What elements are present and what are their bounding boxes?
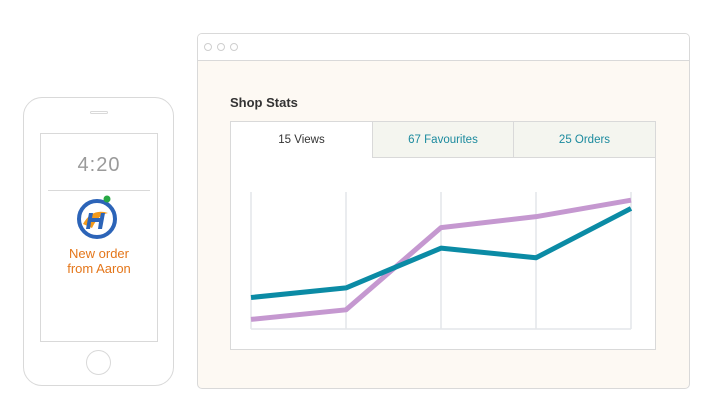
stats-panel: 15 Views 67 Favourites 25 Orders — [230, 121, 656, 350]
window-titlebar — [198, 34, 689, 61]
phone-screen: 4:20 New order from Aaron — [40, 133, 158, 342]
order-notification[interactable]: New order from Aaron — [41, 246, 157, 276]
phone-speaker — [90, 111, 108, 114]
window-minimize-dot[interactable] — [217, 43, 225, 51]
app-logo-icon — [77, 195, 117, 239]
lockscreen-divider — [48, 190, 150, 191]
notification-line-1: New order — [69, 246, 129, 261]
phone-home-button[interactable] — [86, 350, 111, 375]
stats-line-chart — [250, 192, 633, 330]
window-maximize-dot[interactable] — [230, 43, 238, 51]
phone-mockup: 4:20 New order from Aaron — [23, 97, 174, 386]
page-title: Shop Stats — [230, 95, 298, 110]
window-close-dot[interactable] — [204, 43, 212, 51]
browser-window: Shop Stats 15 Views 67 Favourites 25 Ord… — [197, 33, 690, 389]
notification-line-2: from Aaron — [67, 261, 131, 276]
lockscreen-clock: 4:20 — [77, 154, 121, 176]
